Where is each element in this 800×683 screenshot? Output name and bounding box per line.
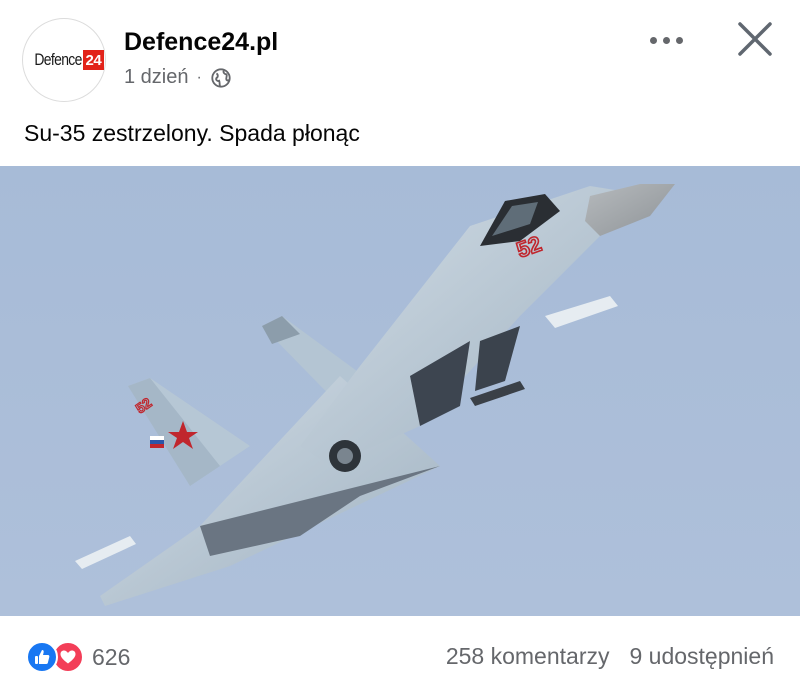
fighter-jet-image: 52 52	[0, 166, 800, 616]
post-meta: 1 dzień ·	[124, 66, 232, 89]
defence24-logo: Defence 24	[24, 50, 105, 70]
shares-count-link[interactable]: 9 udostępnień	[629, 643, 774, 670]
more-options-button[interactable]	[640, 22, 692, 58]
logo-text: Defence	[34, 50, 82, 69]
engagement-stats: 258 komentarzy 9 udostępnień	[446, 643, 774, 670]
logo-number: 24	[82, 50, 105, 70]
page-name-link[interactable]: Defence24.pl	[124, 28, 278, 57]
post-header: Defence 24 Defence24.pl 1 dzień ·	[0, 0, 800, 104]
like-icon	[26, 641, 58, 673]
post-footer: 626 258 komentarzy 9 udostępnień	[0, 616, 800, 683]
dot-icon	[662, 36, 670, 44]
comments-count-link[interactable]: 258 komentarzy	[446, 643, 610, 670]
reactions-summary[interactable]: 626	[26, 641, 130, 673]
page-avatar[interactable]: Defence 24	[22, 18, 106, 102]
post-text: Su-35 zestrzelony. Spada płonąc	[24, 120, 360, 146]
reaction-count: 626	[92, 643, 131, 670]
close-icon[interactable]	[734, 18, 776, 60]
post-photo[interactable]: 52 52	[0, 166, 800, 616]
post-timestamp[interactable]: 1 dzień	[124, 66, 189, 89]
meta-separator: ·	[196, 68, 202, 86]
globe-icon	[211, 67, 231, 88]
dot-icon	[649, 36, 657, 44]
dot-icon	[675, 36, 683, 44]
